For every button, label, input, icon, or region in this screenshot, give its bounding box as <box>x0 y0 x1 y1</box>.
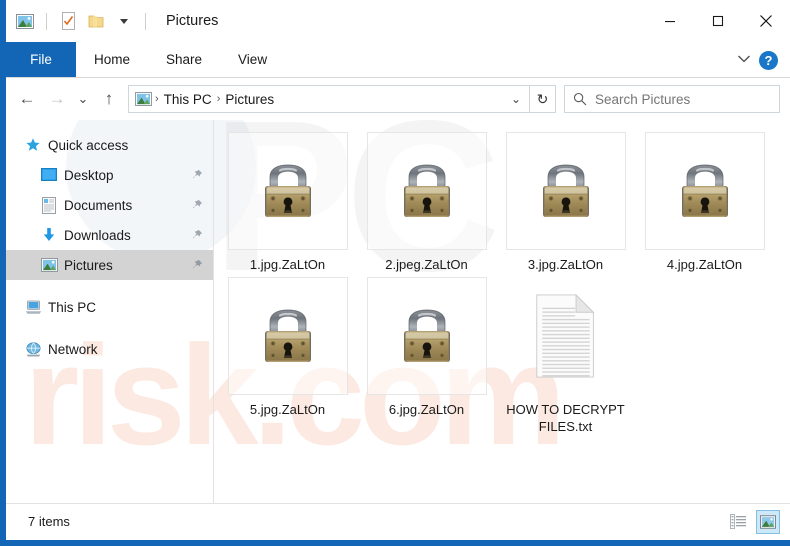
file-tile[interactable]: HOW TO DECRYPT FILES.txt <box>496 273 635 435</box>
sidebar-item-label: Pictures <box>64 257 113 273</box>
padlock-icon <box>505 132 626 250</box>
file-tile[interactable]: 2.jpeg.ZaLtOn <box>357 128 496 273</box>
new-folder-icon[interactable] <box>85 10 107 32</box>
tab-home[interactable]: Home <box>76 42 148 77</box>
address-breadcrumb-bar[interactable]: › This PC › Pictures ⌄ <box>128 85 530 113</box>
pictures-icon <box>38 256 60 274</box>
desktop-icon <box>38 166 60 184</box>
sidebar-item-label: Quick access <box>48 137 129 153</box>
customize-qat-icon[interactable] <box>113 10 135 32</box>
padlock-icon <box>366 277 487 396</box>
file-list-pane[interactable]: 1.jpg.ZaLtOn 2.jpeg.ZaLtOn 3.jpg.ZaLtOn 4.j… <box>214 120 790 503</box>
qat-separator <box>46 12 47 30</box>
padlock-icon <box>366 132 487 250</box>
network-icon <box>22 340 44 358</box>
window-title: Pictures <box>166 13 219 29</box>
minimize-button[interactable] <box>646 0 694 42</box>
quick-access-toolbar: Pictures <box>6 10 218 32</box>
file-name-label: 3.jpg.ZaLtOn <box>527 257 604 272</box>
forward-button[interactable]: → <box>42 84 72 114</box>
address-dropdown-icon[interactable]: ⌄ <box>505 86 527 112</box>
padlock-icon <box>227 277 348 396</box>
pin-icon[interactable] <box>190 229 203 242</box>
text-document-icon <box>506 277 626 395</box>
window-inner: Pictures File Home Share View ? ← → ⌄ ↑ … <box>6 0 790 540</box>
sidebar-item-quick-access[interactable]: Quick access <box>6 130 213 160</box>
ribbon-right-controls: ? <box>737 42 786 78</box>
close-button[interactable] <box>742 0 790 42</box>
breadcrumb-pictures[interactable]: Pictures <box>221 92 278 107</box>
padlock-icon <box>644 132 765 250</box>
refresh-button[interactable]: ↻ <box>530 85 556 113</box>
sidebar-item-this-pc[interactable]: This PC <box>6 292 213 322</box>
file-grid: 1.jpg.ZaLtOn 2.jpeg.ZaLtOn 3.jpg.ZaLtOn 4.j… <box>218 128 790 435</box>
sidebar-item-documents[interactable]: Documents <box>6 190 213 220</box>
pin-icon[interactable] <box>190 169 203 182</box>
sidebar-item-pictures[interactable]: Pictures <box>6 250 213 280</box>
pictures-folder-icon <box>135 92 152 106</box>
pin-icon[interactable] <box>190 259 203 272</box>
sidebar-item-desktop[interactable]: Desktop <box>6 160 213 190</box>
view-mode-buttons <box>726 509 780 534</box>
sidebar-item-label: Documents <box>64 197 133 213</box>
file-tile[interactable]: 4.jpg.ZaLtOn <box>635 128 774 273</box>
item-count-label: 7 items <box>28 514 70 529</box>
back-button[interactable]: ← <box>12 84 42 114</box>
computer-icon <box>22 298 44 316</box>
file-tile[interactable]: 1.jpg.ZaLtOn <box>218 128 357 273</box>
tab-share[interactable]: Share <box>148 42 220 77</box>
pin-icon[interactable] <box>190 199 203 212</box>
recent-locations-button[interactable]: ⌄ <box>72 84 94 114</box>
title-separator <box>145 12 146 30</box>
file-name-label: 5.jpg.ZaLtOn <box>249 402 326 418</box>
breadcrumb-this-pc[interactable]: This PC <box>160 92 216 107</box>
navigation-pane: Quick access Desktop Documents Downloads Pic… <box>6 120 214 503</box>
sidebar-item-label: This PC <box>48 299 97 315</box>
tab-file[interactable]: File <box>6 42 76 77</box>
up-button[interactable]: ↑ <box>94 84 124 114</box>
file-name-label: 2.jpeg.ZaLtOn <box>385 257 468 272</box>
content-area: PC risk.com Quick access Desktop Documents… <box>6 120 790 503</box>
search-icon <box>573 92 587 106</box>
ribbon-tabs: File Home Share View ? <box>6 42 790 78</box>
file-name-label: 6.jpg.ZaLtOn <box>388 402 465 418</box>
tab-view[interactable]: View <box>220 42 285 77</box>
status-bar: 7 items <box>6 503 790 539</box>
maximize-button[interactable] <box>694 0 742 42</box>
file-name-label: 4.jpg.ZaLtOn <box>666 257 743 272</box>
padlock-icon <box>227 132 348 250</box>
file-tile[interactable]: 6.jpg.ZaLtOn <box>357 273 496 435</box>
chevron-down-icon[interactable] <box>737 51 751 69</box>
help-icon[interactable]: ? <box>759 50 778 70</box>
search-box[interactable] <box>564 85 780 113</box>
downloads-icon <box>38 226 60 244</box>
pictures-folder-icon[interactable] <box>14 10 36 32</box>
explorer-window: Pictures File Home Share View ? ← → ⌄ ↑ … <box>0 0 790 546</box>
details-view-button[interactable] <box>726 510 750 534</box>
sidebar-item-label: Downloads <box>64 227 131 243</box>
sidebar-item-label: Network <box>48 341 98 357</box>
star-icon <box>22 136 44 154</box>
address-bar-row: ← → ⌄ ↑ › This PC › Pictures ⌄ ↻ <box>6 78 790 120</box>
sidebar-item-label: Desktop <box>64 167 114 183</box>
file-name-label: HOW TO DECRYPT FILES.txt <box>506 402 625 435</box>
sidebar-item-network[interactable]: Network <box>6 334 213 364</box>
large-icons-view-button[interactable] <box>756 509 780 534</box>
search-input[interactable] <box>595 91 755 107</box>
file-tile[interactable]: 3.jpg.ZaLtOn <box>496 128 635 273</box>
sidebar-item-downloads[interactable]: Downloads <box>6 220 213 250</box>
title-bar: Pictures <box>6 0 790 42</box>
file-tile[interactable]: 5.jpg.ZaLtOn <box>218 273 357 435</box>
file-name-label: 1.jpg.ZaLtOn <box>249 257 326 272</box>
properties-icon[interactable] <box>57 10 79 32</box>
window-controls <box>646 0 790 42</box>
documents-icon <box>38 196 60 214</box>
